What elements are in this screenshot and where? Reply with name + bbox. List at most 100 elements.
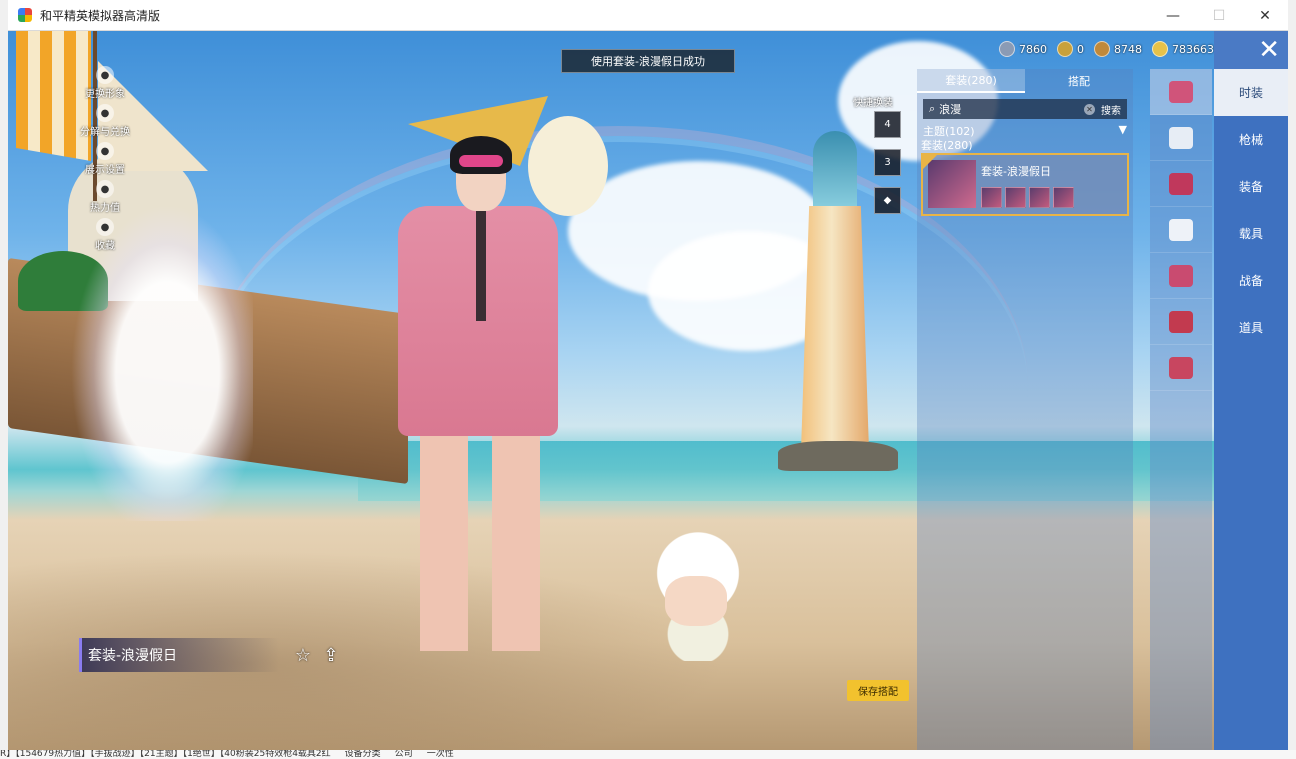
- gold-medal-icon: [1057, 41, 1073, 57]
- theme-filter[interactable]: 主题(102) ▼: [917, 121, 1133, 138]
- currency-value: 783663: [1172, 42, 1214, 56]
- clear-search-icon[interactable]: ✕: [1084, 103, 1095, 115]
- sheep-face: [665, 576, 727, 626]
- character-legs: [420, 431, 540, 651]
- pants-icon: [1169, 310, 1193, 333]
- currency-item: 783663: [1152, 41, 1214, 57]
- outfit-part-thumb[interactable]: [1053, 187, 1074, 208]
- game-viewport: ● 更换形象 ● 分解与兑换 ● 展示设置 ● 热力值 ● 收藏 使用套装-浪漫假日成功 7860…: [8, 31, 1288, 750]
- nav-item[interactable]: 时装: [1214, 69, 1288, 116]
- close-window-button[interactable]: ✕: [1242, 0, 1288, 31]
- section-title: 套装(280): [921, 139, 973, 152]
- side-menu-label: 更换形象: [85, 89, 125, 100]
- window-title: 和平精英模拟器高清版: [40, 8, 161, 23]
- quick-slot-4[interactable]: 4: [874, 111, 901, 138]
- fire-icon: ●: [96, 180, 114, 198]
- screen: 和平精英模拟器高清版 — ☐ ✕ ● 更换形象 ● 分解与兑换 ● 展示设置 ●…: [0, 0, 1296, 759]
- outfit-part-thumb[interactable]: [1005, 187, 1026, 208]
- category-shoes[interactable]: [1150, 345, 1212, 391]
- side-menu-label: 展示设置: [85, 165, 125, 176]
- tab-combos[interactable]: 搭配: [1025, 69, 1133, 93]
- quick-slot-3[interactable]: 3: [874, 149, 901, 176]
- background-text: R】【154679热力值】【手拔战迹】【21主题】【1绝世】【40粉装25特效枪…: [0, 750, 331, 759]
- silver-coin-icon: [999, 41, 1015, 57]
- background-text: 公司: [394, 750, 413, 759]
- cap-icon: [1169, 126, 1193, 149]
- search-box[interactable]: ⌕ 浪漫 ✕ 搜索: [923, 99, 1127, 119]
- window-titlebar: 和平精英模拟器高清版 — ☐ ✕: [8, 0, 1288, 31]
- side-menu-item[interactable]: ● 更换形象: [66, 66, 144, 104]
- category-outfit[interactable]: [1150, 69, 1212, 115]
- currency-value: 0: [1077, 42, 1084, 56]
- currency-item: 7860: [999, 41, 1047, 57]
- side-menu-label: 热力值: [90, 203, 120, 214]
- lighthouse-tower: [801, 206, 869, 451]
- side-menu-item[interactable]: ● 热力值: [66, 180, 144, 218]
- nav-item[interactable]: 枪械: [1214, 116, 1288, 163]
- outfit-card-title: 套装-浪漫假日: [981, 165, 1051, 178]
- gun-icon: [1169, 172, 1193, 195]
- side-menu-label: 分解与兑换: [80, 127, 130, 138]
- main-nav: 时装 枪械 装备 载具 战备 道具: [1214, 69, 1288, 750]
- bronze-coin-icon: [1094, 41, 1110, 57]
- side-menu-item[interactable]: ● 展示设置: [66, 142, 144, 180]
- background-text-strip: R】【154679热力值】【手拔战迹】【21主题】【1绝世】【40粉装25特效枪…: [0, 750, 1296, 759]
- close-icon[interactable]: ✕: [1214, 31, 1288, 69]
- medal-icon: ●: [96, 218, 114, 236]
- eye-icon: ●: [96, 142, 114, 160]
- search-icon: ⌕: [929, 102, 936, 115]
- category-pants[interactable]: [1150, 299, 1212, 345]
- lighthouse-rocks: [778, 441, 898, 471]
- quick-swap-label: 快捷换装: [853, 98, 893, 109]
- favorite-icon[interactable]: ☆: [292, 644, 314, 666]
- background-text: 一次性: [426, 750, 454, 759]
- side-menu: ● 更换形象 ● 分解与兑换 ● 展示设置 ● 热力值 ● 收藏: [66, 66, 156, 256]
- category-column: [1150, 69, 1212, 750]
- chevron-down-icon: ▼: [1118, 123, 1127, 136]
- mask-icon: [1169, 218, 1193, 241]
- search-button[interactable]: 搜索: [1101, 102, 1121, 117]
- nav-item[interactable]: 载具: [1214, 210, 1288, 257]
- nav-item[interactable]: 装备: [1214, 163, 1288, 210]
- nav-item[interactable]: 道具: [1214, 304, 1288, 351]
- theme-filter-label: 主题(102): [923, 125, 975, 138]
- category-cap[interactable]: [1150, 115, 1212, 161]
- lighthouse-lamp: [813, 131, 857, 211]
- currency-bar: 7860 0 8748 783663: [999, 41, 1214, 57]
- character-tie: [476, 211, 486, 321]
- category-mask[interactable]: [1150, 207, 1212, 253]
- current-outfit-name: 套装-浪漫假日: [79, 638, 279, 672]
- outfit-icon: [1169, 80, 1193, 103]
- shoes-icon: [1169, 356, 1193, 379]
- side-menu-item[interactable]: ● 收藏: [66, 218, 144, 256]
- outfit-card[interactable]: 套装-浪漫假日: [921, 153, 1129, 216]
- search-input[interactable]: 浪漫: [939, 101, 961, 117]
- side-menu-label: 收藏: [95, 241, 115, 252]
- armor-slot-icon[interactable]: ◆: [874, 187, 901, 214]
- background-text: 设备分类: [344, 750, 381, 759]
- character-glasses: [459, 155, 503, 167]
- panel-tabs: 套装(280) 搭配: [917, 69, 1133, 93]
- tab-outfits[interactable]: 套装(280): [917, 69, 1025, 93]
- desktop-edge-right: [1288, 0, 1296, 759]
- minimize-button[interactable]: —: [1150, 0, 1196, 31]
- currency-item: 0: [1057, 41, 1084, 57]
- nav-item[interactable]: 战备: [1214, 257, 1288, 304]
- category-gun[interactable]: [1150, 161, 1212, 207]
- maximize-button[interactable]: ☐: [1196, 0, 1242, 31]
- side-menu-item[interactable]: ● 分解与兑换: [66, 104, 144, 142]
- app-logo-icon: [18, 8, 32, 22]
- outfit-part-thumb[interactable]: [1029, 187, 1050, 208]
- share-icon: ●: [96, 104, 114, 122]
- currency-value: 7860: [1019, 42, 1047, 56]
- share-icon[interactable]: ⇪: [320, 644, 342, 666]
- selected-check-icon: [923, 155, 937, 169]
- desktop-edge-left: [0, 0, 8, 759]
- category-jacket[interactable]: [1150, 253, 1212, 299]
- outfit-parts: [981, 187, 1074, 208]
- outfit-part-thumb[interactable]: [981, 187, 1002, 208]
- save-outfit-button[interactable]: 保存搭配: [847, 680, 909, 701]
- currency-item: 8748: [1094, 41, 1142, 57]
- jacket-icon: [1169, 264, 1193, 287]
- currency-value: 8748: [1114, 42, 1142, 56]
